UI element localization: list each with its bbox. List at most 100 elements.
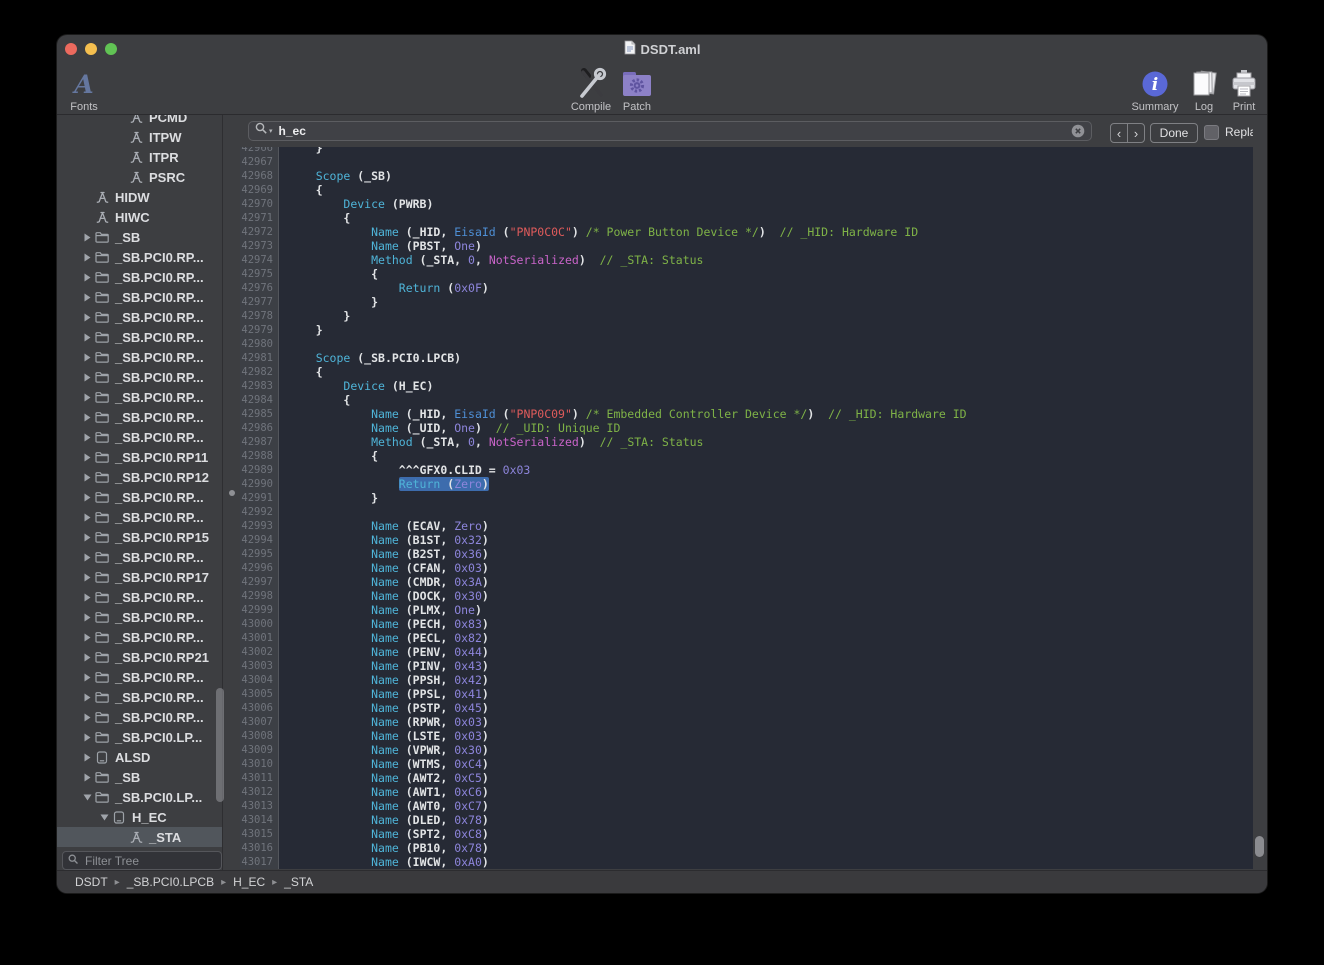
find-next-button[interactable]: › — [1128, 124, 1144, 142]
code-line[interactable]: 42978 } — [240, 309, 1253, 323]
splitter-handle[interactable] — [229, 490, 235, 496]
patch-button[interactable]: Patch — [605, 66, 669, 113]
disclosure-triangle[interactable] — [80, 233, 94, 242]
tree-item[interactable]: _SB.PCI0.RP... — [57, 327, 222, 347]
tree-item[interactable]: _SB.PCI0.LP... — [57, 787, 222, 807]
code-line[interactable]: 42997 Name (CMDR, 0x3A) — [240, 575, 1253, 589]
disclosure-triangle[interactable] — [80, 633, 94, 642]
tree-item[interactable]: _SB.PCI0.RP... — [57, 627, 222, 647]
tree-item[interactable]: _SB.PCI0.RP11 — [57, 447, 222, 467]
tree-item[interactable]: _SB.PCI0.RP... — [57, 587, 222, 607]
code-line[interactable]: 42972 Name (_HID, EisaId ("PNP0C0C") /* … — [240, 225, 1253, 239]
disclosure-triangle[interactable] — [97, 814, 111, 821]
code-line[interactable]: 42985 Name (_HID, EisaId ("PNP0C09") /* … — [240, 407, 1253, 421]
tree-item[interactable]: _SB.PCI0.RP... — [57, 367, 222, 387]
tree-item[interactable]: _SB.PCI0.RP... — [57, 507, 222, 527]
code-line[interactable]: 43000 Name (PECH, 0x83) — [240, 617, 1253, 631]
disclosure-triangle[interactable] — [80, 513, 94, 522]
disclosure-triangle[interactable] — [80, 253, 94, 262]
breadcrumb-item[interactable]: H_EC — [233, 875, 265, 889]
tree-item[interactable]: _SB — [57, 227, 222, 247]
code-editor[interactable]: 42966 }4296742968 Scope (_SB)42969 {4297… — [240, 147, 1253, 869]
tree-item[interactable]: _SB.PCI0.RP... — [57, 707, 222, 727]
code-line[interactable]: 43012 Name (AWT1, 0xC6) — [240, 785, 1253, 799]
code-line[interactable]: 43005 Name (PPSL, 0x41) — [240, 687, 1253, 701]
disclosure-triangle[interactable] — [80, 473, 94, 482]
code-line[interactable]: 42983 Device (H_EC) — [240, 379, 1253, 393]
search-scope-chevron-icon[interactable]: ▾ — [269, 127, 273, 135]
tree-item[interactable]: _STA — [57, 827, 222, 847]
code-line[interactable]: 42998 Name (DOCK, 0x30) — [240, 589, 1253, 603]
code-line[interactable]: 43003 Name (PINV, 0x43) — [240, 659, 1253, 673]
code-line[interactable]: 42980 — [240, 337, 1253, 351]
disclosure-triangle[interactable] — [80, 393, 94, 402]
tree-item[interactable]: ALSD — [57, 747, 222, 767]
disclosure-triangle[interactable] — [80, 433, 94, 442]
find-previous-button[interactable]: ‹ — [1111, 124, 1128, 142]
tree-item[interactable]: _SB.PCI0.RP... — [57, 607, 222, 627]
code-line[interactable]: 42968 Scope (_SB) — [240, 169, 1253, 183]
code-line[interactable]: 42999 Name (PLMX, One) — [240, 603, 1253, 617]
tree-item[interactable]: HIWC — [57, 207, 222, 227]
tree-item[interactable]: _SB.PCI0.RP15 — [57, 527, 222, 547]
done-button[interactable]: Done — [1150, 123, 1198, 143]
tree-item[interactable]: _SB.PCI0.RP... — [57, 247, 222, 267]
breadcrumb-item[interactable]: DSDT — [75, 875, 108, 889]
code-line[interactable]: 43011 Name (AWT2, 0xC5) — [240, 771, 1253, 785]
code-line[interactable]: 43013 Name (AWT0, 0xC7) — [240, 799, 1253, 813]
disclosure-triangle[interactable] — [80, 493, 94, 502]
code-line[interactable]: 42984 { — [240, 393, 1253, 407]
tree-item[interactable]: _SB.PCI0.RP... — [57, 667, 222, 687]
code-line[interactable]: 42982 { — [240, 365, 1253, 379]
disclosure-triangle[interactable] — [80, 593, 94, 602]
code-line[interactable]: 42994 Name (B1ST, 0x32) — [240, 533, 1253, 547]
code-line[interactable]: 43016 Name (PB10, 0x78) — [240, 841, 1253, 855]
code-line[interactable]: 43009 Name (VPWR, 0x30) — [240, 743, 1253, 757]
code-line[interactable]: 42970 Device (PWRB) — [240, 197, 1253, 211]
code-line[interactable]: 42990 Return (Zero) — [240, 477, 1253, 491]
print-button[interactable]: Print — [1212, 66, 1267, 113]
tree-item[interactable]: _SB.PCI0.RP... — [57, 307, 222, 327]
tree-item[interactable]: _SB.PCI0.LP... — [57, 727, 222, 747]
code-line[interactable]: 42991 } — [240, 491, 1253, 505]
code-line[interactable]: 43002 Name (PENV, 0x44) — [240, 645, 1253, 659]
tree-item[interactable]: _SB.PCI0.RP... — [57, 407, 222, 427]
code-line[interactable]: 43007 Name (RPWR, 0x03) — [240, 715, 1253, 729]
disclosure-triangle[interactable] — [80, 773, 94, 782]
disclosure-triangle[interactable] — [80, 613, 94, 622]
fonts-button[interactable]: A Fonts — [57, 66, 116, 113]
disclosure-triangle[interactable] — [80, 333, 94, 342]
tree-item[interactable]: _SB.PCI0.RP... — [57, 687, 222, 707]
breadcrumb-item[interactable]: _SB.PCI0.LPCB — [127, 875, 214, 889]
tree-item[interactable]: HIDW — [57, 187, 222, 207]
disclosure-triangle[interactable] — [80, 573, 94, 582]
code-line[interactable]: 42969 { — [240, 183, 1253, 197]
code-line[interactable]: 43010 Name (WTMS, 0xC4) — [240, 757, 1253, 771]
tree-item[interactable]: _SB.PCI0.RP21 — [57, 647, 222, 667]
code-line[interactable]: 42988 { — [240, 449, 1253, 463]
disclosure-triangle[interactable] — [80, 553, 94, 562]
disclosure-triangle[interactable] — [80, 673, 94, 682]
code-line[interactable]: 43014 Name (DLED, 0x78) — [240, 813, 1253, 827]
tree-item[interactable]: ITPW — [57, 127, 222, 147]
tree-item[interactable]: PSRC — [57, 167, 222, 187]
disclosure-triangle[interactable] — [80, 753, 94, 762]
code-line[interactable]: 43008 Name (LSTE, 0x03) — [240, 729, 1253, 743]
code-line[interactable]: 42977 } — [240, 295, 1253, 309]
find-search-field[interactable]: ▾ — [248, 121, 1092, 141]
tree-item[interactable]: _SB.PCI0.RP... — [57, 487, 222, 507]
disclosure-triangle[interactable] — [80, 453, 94, 462]
code-line[interactable]: 43004 Name (PPSH, 0x42) — [240, 673, 1253, 687]
code-line[interactable]: 43015 Name (SPT2, 0xC8) — [240, 827, 1253, 841]
tree-item[interactable]: _SB.PCI0.RP... — [57, 547, 222, 567]
disclosure-triangle[interactable] — [80, 653, 94, 662]
code-line[interactable]: 42995 Name (B2ST, 0x36) — [240, 547, 1253, 561]
code-line[interactable]: 43006 Name (PSTP, 0x45) — [240, 701, 1253, 715]
code-line[interactable]: 42986 Name (_UID, One) // _UID: Unique I… — [240, 421, 1253, 435]
disclosure-triangle[interactable] — [80, 293, 94, 302]
code-line[interactable]: 43001 Name (PECL, 0x82) — [240, 631, 1253, 645]
code-line[interactable]: 42971 { — [240, 211, 1253, 225]
editor-scrollbar[interactable] — [1255, 836, 1264, 857]
tree-item[interactable]: _SB.PCI0.RP... — [57, 347, 222, 367]
tree-item[interactable]: H_EC — [57, 807, 222, 827]
